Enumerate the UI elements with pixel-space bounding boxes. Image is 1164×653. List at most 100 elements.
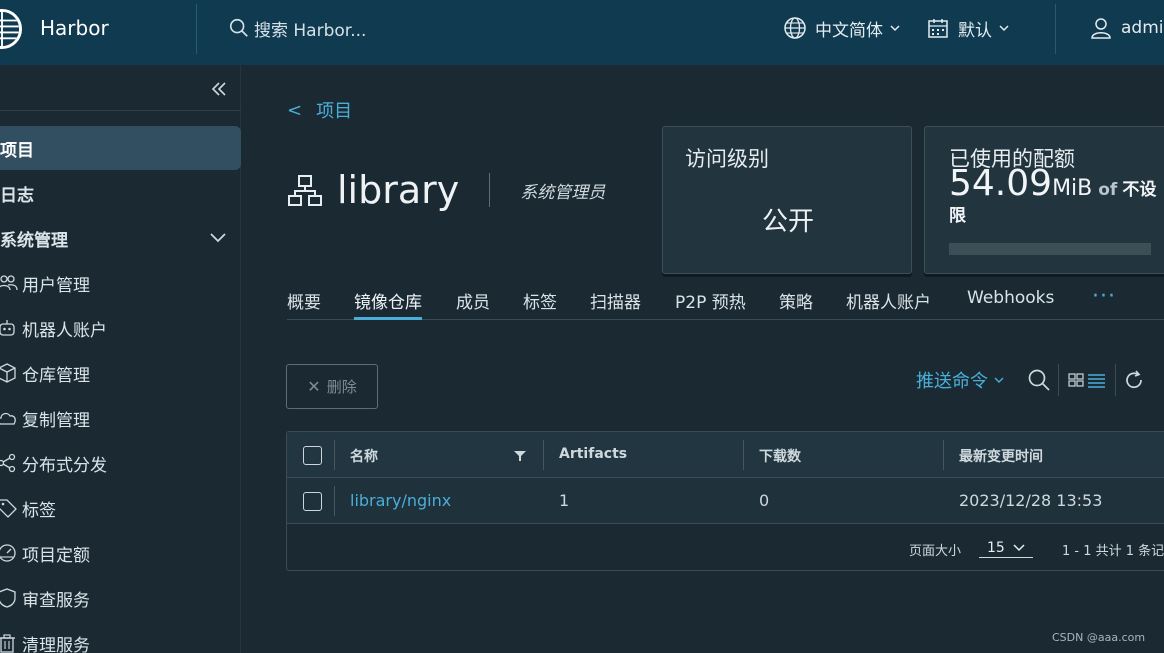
- sidebar-item-label: 复制管理: [22, 410, 90, 431]
- chevron-left-icon: <: [287, 99, 303, 121]
- tab-policy[interactable]: 策略: [779, 288, 813, 320]
- header-divider: [196, 4, 197, 54]
- project-icon: [288, 175, 322, 206]
- theme-label: 默认: [958, 20, 992, 41]
- sidebar-item-users[interactable]: 用户管理: [0, 261, 241, 305]
- toolbar-divider: [1058, 364, 1059, 396]
- column-divider: [543, 440, 544, 470]
- tag-icon: [0, 499, 17, 518]
- filter-icon[interactable]: [513, 450, 527, 462]
- sidebar-item-label: 分布式分发: [22, 455, 107, 476]
- view-toggle-icon[interactable]: [1067, 368, 1107, 392]
- chevron-down-icon: [999, 25, 1009, 32]
- cloud-sync-icon: [0, 412, 16, 425]
- quota-progress-bar: [949, 243, 1151, 255]
- tab-summary[interactable]: 概要: [287, 288, 321, 320]
- sidebar-item-label: 系统管理: [0, 230, 68, 251]
- repository-table: 名称 Artifacts 下载数 最新变更时间 library/nginx 1 …: [286, 431, 1164, 571]
- search-icon[interactable]: [1027, 368, 1051, 392]
- row-checkbox[interactable]: [303, 492, 322, 511]
- sidebar-item-label: 仓库管理: [22, 365, 90, 386]
- repository-name-link[interactable]: library/nginx: [350, 491, 451, 510]
- column-header-artifacts[interactable]: Artifacts: [559, 446, 627, 462]
- access-level-title: 访问级别: [685, 147, 769, 171]
- chevron-down-icon: [210, 233, 226, 243]
- sidebar-item-interrogation-services[interactable]: 审查服务: [0, 576, 241, 620]
- delete-button[interactable]: ✕ 删除: [286, 364, 378, 409]
- tab-scanner[interactable]: 扫描器: [590, 288, 641, 320]
- chevron-down-icon: [994, 377, 1004, 383]
- sidebar-item-label: 日志: [0, 185, 34, 206]
- sidebar-item-label: 标签: [22, 500, 56, 521]
- sidebar-item-labels[interactable]: 标签: [0, 486, 241, 530]
- search-placeholder: 搜索 Harbor...: [254, 20, 367, 41]
- select-all-checkbox[interactable]: [303, 446, 322, 465]
- quota-card: 已使用的配额 54.09MiB of 不设限: [924, 126, 1164, 274]
- sidebar-item-robot-accounts[interactable]: 机器人账户: [0, 306, 241, 350]
- shield-icon: [0, 588, 16, 608]
- brand-name[interactable]: Harbor: [40, 16, 109, 40]
- breadcrumb[interactable]: < 项目: [287, 97, 352, 123]
- language-label: 中文简体: [815, 20, 883, 41]
- column-header-downloads[interactable]: 下载数: [759, 446, 801, 466]
- quota-usage: 54.09MiB of 不设限: [949, 166, 1159, 229]
- page-size-select[interactable]: 15: [979, 532, 1033, 558]
- global-search[interactable]: 搜索 Harbor...: [228, 14, 366, 42]
- harbor-logo[interactable]: [0, 9, 22, 49]
- project-name: library: [337, 168, 460, 212]
- sidebar-item-project-quotas[interactable]: 项目定额: [0, 531, 241, 575]
- language-selector[interactable]: 中文简体: [783, 14, 901, 42]
- chevron-down-icon: [890, 25, 900, 32]
- sidebar-item-replications[interactable]: 复制管理: [0, 396, 241, 440]
- sidebar-item-administration[interactable]: 系统管理: [0, 216, 241, 260]
- user-menu[interactable]: admin: [1089, 14, 1164, 42]
- robot-icon: [0, 320, 15, 336]
- sidebar-item-logs[interactable]: 日志: [0, 171, 241, 215]
- column-divider: [743, 440, 744, 470]
- downloads-count: 0: [759, 491, 770, 510]
- sidebar-item-label: 项目: [0, 140, 34, 161]
- sidebar-item-label: 用户管理: [22, 275, 90, 296]
- search-icon: [229, 18, 248, 37]
- sidebar: 项目 日志 系统管理 用户管理 机器人账户 仓库管理 复制管理 分布式分发 标签…: [0, 65, 241, 653]
- sidebar-item-label: 机器人账户: [22, 320, 107, 341]
- close-icon: ✕: [307, 377, 321, 396]
- updated-time: 2023/12/28 13:53: [959, 491, 1103, 510]
- tab-robot-accounts[interactable]: 机器人账户: [846, 288, 931, 320]
- tab-p2p-preheat[interactable]: P2P 预热: [675, 288, 746, 320]
- tab-members[interactable]: 成员: [456, 288, 490, 320]
- chevron-down-icon: [1013, 544, 1025, 552]
- tab-labels[interactable]: 标签: [523, 288, 557, 320]
- access-level-value: 公开: [761, 207, 814, 237]
- tab-repositories[interactable]: 镜像仓库: [354, 288, 422, 320]
- user-name: admin: [1121, 18, 1164, 38]
- column-divider: [943, 440, 944, 470]
- sidebar-item-projects[interactable]: 项目: [0, 126, 241, 170]
- title-divider: [489, 173, 491, 207]
- project-header: library 系统管理员: [287, 166, 605, 214]
- pagination-summary: 1 - 1 共计 1 条记录: [1062, 544, 1164, 559]
- globe-icon: [784, 17, 806, 39]
- column-header-updated[interactable]: 最新变更时间: [959, 446, 1043, 466]
- column-header-name[interactable]: 名称: [350, 446, 378, 466]
- header-divider: [1055, 4, 1056, 54]
- delete-label: 删除: [326, 378, 357, 396]
- table-row[interactable]: library/nginx 1 0 2023/12/28 13:53: [287, 478, 1164, 524]
- push-command-dropdown[interactable]: 推送命令: [916, 367, 1004, 393]
- push-command-label: 推送命令: [916, 371, 988, 392]
- more-tabs-button[interactable]: ···: [1092, 284, 1116, 309]
- quota-used: 54.09: [949, 163, 1053, 204]
- tab-webhooks[interactable]: Webhooks: [967, 288, 1054, 320]
- refresh-icon[interactable]: [1122, 368, 1146, 392]
- gauge-icon: [0, 544, 16, 562]
- box-icon: [0, 363, 16, 383]
- sidebar-item-label: 清理服务: [22, 635, 90, 653]
- collapse-sidebar-icon[interactable]: [208, 78, 230, 100]
- table-footer: 页面大小 15 1 - 1 共计 1 条记录: [287, 524, 1164, 572]
- access-level-card: 访问级别 公开: [662, 126, 912, 274]
- theme-selector[interactable]: 默认: [926, 14, 1010, 42]
- sidebar-item-registries[interactable]: 仓库管理: [0, 351, 241, 395]
- sidebar-item-clean-up[interactable]: 清理服务: [0, 621, 241, 653]
- sidebar-item-distributions[interactable]: 分布式分发: [0, 441, 241, 485]
- quota-of: of: [1098, 180, 1118, 200]
